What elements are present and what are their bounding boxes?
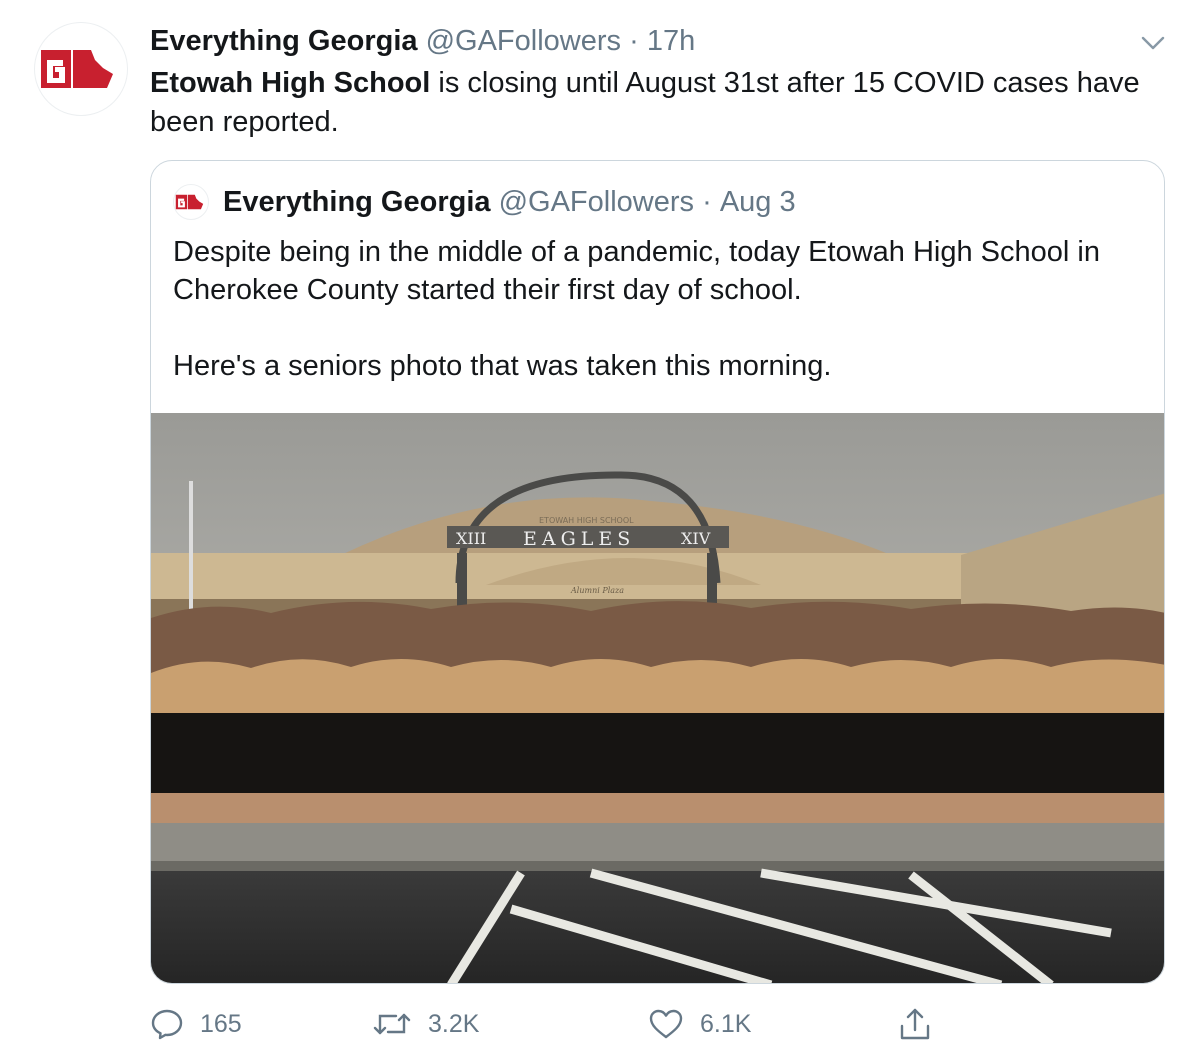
tweet-header: Everything Georgia @GAFollowers · 17h — [150, 22, 695, 60]
sign-plaza-text: Alumni Plaza — [570, 586, 624, 595]
seniors-photo[interactable]: XIII EAGLES XIV ETOWAH HIGH SCHOOL Alumn… — [151, 413, 1165, 984]
quoted-paragraph: Here's a seniors photo that was taken th… — [173, 350, 832, 382]
georgia-logo-icon — [41, 50, 113, 88]
reply-count: 165 — [200, 1009, 242, 1038]
quoted-author-handle: @GAFollowers — [498, 186, 695, 218]
crowd — [151, 601, 1164, 833]
reply-icon — [151, 1009, 183, 1040]
georgia-logo-icon — [175, 194, 204, 210]
author-handle[interactable]: @GAFollowers — [426, 25, 621, 57]
share-button[interactable] — [898, 1000, 948, 1048]
like-icon — [649, 1009, 683, 1039]
quoted-header: Everything Georgia @GAFollowers · Aug 3 — [173, 183, 796, 221]
retweet-icon — [373, 1013, 411, 1035]
dot-separator: · — [629, 25, 639, 57]
tweet-text: Etowah High School is closing until Augu… — [150, 64, 1160, 142]
share-icon — [900, 1008, 930, 1040]
sign-right-text: XIV — [681, 529, 711, 548]
tweet-timestamp[interactable]: 17h — [647, 25, 695, 57]
quoted-timestamp: Aug 3 — [719, 186, 796, 218]
tweet-text-bold: Etowah High School — [150, 67, 431, 99]
quoted-author-name: Everything Georgia — [223, 186, 491, 218]
author-name[interactable]: Everything Georgia — [150, 25, 418, 57]
quoted-paragraph: Despite being in the middle of a pandemi… — [173, 236, 1100, 306]
dot-separator: · — [702, 186, 712, 218]
chevron-down-icon[interactable] — [1138, 28, 1168, 58]
sign-arch-text: ETOWAH HIGH SCHOOL — [539, 516, 634, 525]
reply-button[interactable]: 165 — [150, 1000, 242, 1048]
retweet-count: 3.2K — [428, 1009, 480, 1038]
sign-left-text: XIII — [456, 529, 486, 548]
tweet[interactable]: Everything Georgia @GAFollowers · 17h Et… — [0, 0, 1196, 1064]
quoted-text: Despite being in the middle of a pandemi… — [173, 233, 1143, 385]
tweet-actions: 165 3.2K 6.1K — [150, 1000, 950, 1048]
quoted-tweet[interactable]: Everything Georgia @GAFollowers · Aug 3 … — [150, 160, 1165, 984]
retweet-button[interactable]: 3.2K — [372, 1000, 479, 1048]
author-avatar[interactable] — [34, 22, 128, 116]
quoted-avatar — [173, 184, 209, 220]
like-count: 6.1K — [700, 1009, 752, 1038]
like-button[interactable]: 6.1K — [648, 1000, 751, 1048]
sign-main-text: EAGLES — [523, 528, 635, 550]
